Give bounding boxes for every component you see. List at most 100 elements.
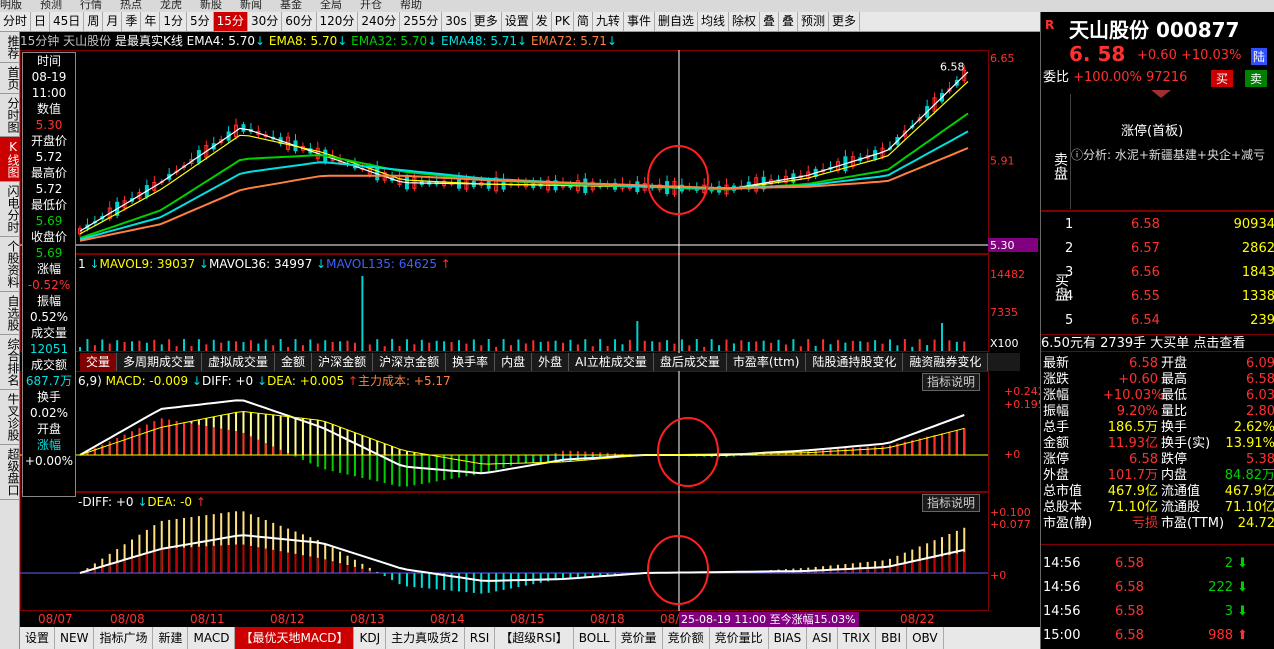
indicator-tab-5[interactable]: 【最优天地MACD】 [235, 627, 355, 649]
period-tab-14[interactable]: 255分 [400, 12, 443, 31]
menu-item-7[interactable]: 基金 [280, 0, 302, 11]
volume-tab-0[interactable]: 交量 [80, 353, 118, 371]
period-tab-28[interactable]: 预测 [798, 12, 830, 31]
indicator-tab-11[interactable]: 竞价量 [616, 627, 663, 649]
indicator-tab-9[interactable]: 【超级RSI】 [495, 627, 574, 649]
indicator-tab-18[interactable]: OBV [907, 627, 944, 649]
volume-tab-8[interactable]: 外盘 [532, 353, 570, 371]
volume-tab-3[interactable]: 金额 [275, 353, 313, 371]
menu-item-5[interactable]: 新股 [200, 0, 222, 11]
indicator-tab-0[interactable]: 设置 [20, 627, 56, 649]
bid-row[interactable]: 2 6.57 2862 [1065, 241, 1274, 257]
indicator-help-button-2[interactable]: 指标说明 [922, 494, 981, 512]
volume-tab-4[interactable]: 沪深金额 [312, 353, 374, 371]
period-tab-4[interactable]: 月 [103, 12, 123, 31]
period-tab-19[interactable]: PK [552, 12, 574, 31]
period-tab-11[interactable]: 60分 [282, 12, 317, 31]
macd-bar [235, 431, 238, 455]
menu-item-9[interactable]: 开仓 [360, 0, 382, 11]
left-tab-6[interactable]: 自选股 [0, 292, 20, 335]
menu-item-0[interactable]: 明版 [0, 0, 22, 11]
left-tab-9[interactable]: 超级盘口 [0, 445, 20, 500]
volume-tab-12[interactable]: 陆股通持股变化 [806, 353, 904, 371]
period-tab-23[interactable]: 删自选 [655, 12, 698, 31]
buy-button[interactable]: 买 [1211, 70, 1234, 87]
indicator-tab-10[interactable]: BOLL [574, 627, 616, 649]
menu-item-1[interactable]: 预测 [40, 0, 62, 11]
period-tab-2[interactable]: 45日 [50, 12, 85, 31]
analysis-text[interactable]: ⓘ分析: 水泥+新疆基建+央企+减亏 [1071, 146, 1265, 163]
menu-item-10[interactable]: 帮助 [400, 0, 422, 11]
indicator-tab-12[interactable]: 竞价额 [663, 627, 710, 649]
indicator-tab-3[interactable]: 新建 [153, 627, 189, 649]
left-tab-7[interactable]: 综合排名 [0, 335, 20, 390]
indicator-tab-14[interactable]: BIAS [769, 627, 808, 649]
period-tab-26[interactable]: 叠 [760, 12, 780, 31]
period-tab-3[interactable]: 周 [84, 12, 104, 31]
bid-row[interactable]: 5 6.54 239 [1065, 313, 1274, 329]
bid-row[interactable]: 4 6.55 1338 [1065, 289, 1274, 305]
period-tab-12[interactable]: 120分 [317, 12, 359, 31]
indicator-tab-15[interactable]: ASI [807, 627, 838, 649]
period-tab-15[interactable]: 30s [442, 12, 471, 31]
bid-row[interactable]: 3 6.56 1843 [1065, 265, 1274, 281]
left-tab-2[interactable]: 分时图 [0, 94, 20, 137]
left-tab-8[interactable]: 牛叉诊股 [0, 390, 20, 445]
bid-row[interactable]: 1 6.58 90934 [1065, 217, 1274, 233]
indicator-help-button[interactable]: 指标说明 [922, 373, 981, 391]
period-tab-13[interactable]: 240分 [358, 12, 401, 31]
volume-tab-13[interactable]: 融资融券变化 [903, 353, 989, 371]
indicator-tab-16[interactable]: TRIX [838, 627, 877, 649]
left-tab-4[interactable]: 闪电分时 [0, 182, 20, 237]
period-tab-18[interactable]: 发 [533, 12, 552, 31]
left-tab-3[interactable]: K线图 [0, 137, 20, 182]
period-tab-29[interactable]: 更多 [829, 12, 861, 31]
period-tab-5[interactable]: 季 [122, 12, 142, 31]
indicator-tab-8[interactable]: RSI [465, 627, 496, 649]
period-tab-7[interactable]: 1分 [160, 12, 188, 31]
volume-bar [93, 345, 96, 351]
volume-tab-10[interactable]: 盘后成交量 [654, 353, 727, 371]
volume-tab-9[interactable]: AI立桩成交量 [569, 353, 654, 371]
indicator-tab-2[interactable]: 指标广场 [94, 627, 154, 649]
indicator-tab-1[interactable]: NEW [55, 627, 95, 649]
period-tab-6[interactable]: 年 [141, 12, 161, 31]
indicator-tab-13[interactable]: 竞价量比 [710, 627, 769, 649]
period-tab-9[interactable]: 15分 [213, 12, 248, 31]
left-tab-0[interactable]: 推荐 [0, 32, 20, 63]
indicator-tab-7[interactable]: 主力真吸货2 [386, 627, 465, 649]
period-tab-8[interactable]: 5分 [187, 12, 214, 31]
period-tab-24[interactable]: 均线 [698, 12, 729, 31]
volume-tab-1[interactable]: 多周期成交量 [117, 353, 203, 371]
volume-tab-5[interactable]: 沪深京金额 [373, 353, 447, 371]
menu-item-2[interactable]: 行情 [80, 0, 102, 11]
indicator-tab-6[interactable]: KDJ [354, 627, 387, 649]
left-tab-1[interactable]: 首页 [0, 63, 20, 94]
menu-item-4[interactable]: 龙虎 [160, 0, 182, 11]
period-tab-20[interactable]: 简 [574, 12, 593, 31]
period-tab-0[interactable]: 分时 [0, 12, 32, 31]
period-tab-16[interactable]: 更多 [471, 12, 502, 31]
menu-item-6[interactable]: 新闻 [240, 0, 262, 11]
menu-item-3[interactable]: 热点 [120, 0, 142, 11]
volume-tab-2[interactable]: 虚拟成交量 [202, 353, 276, 371]
sell-button[interactable]: 卖 [1245, 70, 1268, 87]
period-tab-21[interactable]: 九转 [593, 12, 624, 31]
period-tab-10[interactable]: 30分 [248, 12, 283, 31]
period-tab-17[interactable]: 设置 [502, 12, 533, 31]
period-tab-22[interactable]: 事件 [624, 12, 655, 31]
left-tab-5[interactable]: 个股资料 [0, 237, 20, 292]
indicator-tab-17[interactable]: BBI [876, 627, 908, 649]
indicator-tab-4[interactable]: MACD [188, 627, 236, 649]
volume-tab-6[interactable]: 换手率 [446, 353, 496, 371]
volume-tab-7[interactable]: 内盘 [495, 353, 533, 371]
period-tab-27[interactable]: 叠 [779, 12, 799, 31]
big-order-row[interactable]: 6.50元有 2739手 大买单 点击查看 [1041, 334, 1274, 352]
period-tab-1[interactable]: 日 [31, 12, 51, 31]
volume-tab-11[interactable]: 市盈率(ttm) [727, 353, 807, 371]
macd-tick: +0.195 [1004, 398, 1040, 411]
collapse-arrow-icon[interactable] [1151, 90, 1171, 98]
period-tab-25[interactable]: 除权 [729, 12, 760, 31]
menu-item-8[interactable]: 全局 [320, 0, 342, 11]
kline-chart[interactable]: 6.65 5.91 5.30 6.58 1 ↓MAVOL9: 39037 ↓MAVOL3… [20, 50, 1040, 627]
